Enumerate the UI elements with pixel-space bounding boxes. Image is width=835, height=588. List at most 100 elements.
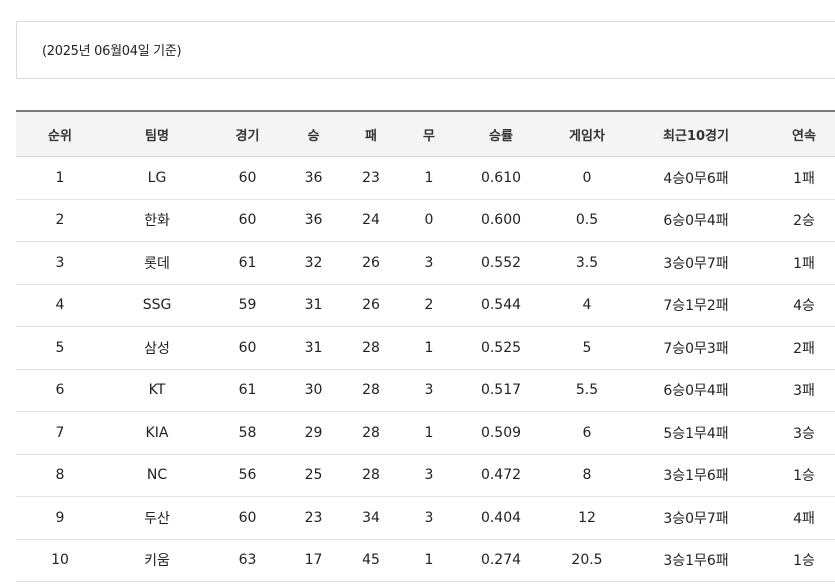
wins-cell: 31 bbox=[285, 326, 342, 370]
table-row: 8 NC 56 25 28 3 0.472 8 3승1무6패 1승 bbox=[16, 454, 835, 497]
table-row: 7 KIA 58 29 28 1 0.509 6 5승1무4패 3승 bbox=[16, 411, 835, 455]
rank-cell: 9 bbox=[16, 496, 104, 540]
draws-cell: 1 bbox=[400, 411, 458, 455]
team-cell: 키움 bbox=[104, 539, 210, 582]
games-behind-cell: 5 bbox=[544, 326, 630, 370]
streak-cell: 2승 bbox=[762, 199, 835, 242]
header-streak: 연속 bbox=[762, 111, 835, 157]
last-10-cell: 3승0무7패 bbox=[630, 496, 762, 540]
losses-cell: 28 bbox=[342, 454, 400, 497]
wins-cell: 23 bbox=[285, 496, 342, 540]
rank-cell: 6 bbox=[16, 369, 104, 412]
losses-cell: 34 bbox=[342, 496, 400, 540]
wins-cell: 25 bbox=[285, 454, 342, 497]
streak-cell: 1패 bbox=[762, 156, 835, 200]
team-cell: 롯데 bbox=[104, 241, 210, 285]
games-cell: 60 bbox=[210, 156, 285, 200]
games-behind-cell: 0.5 bbox=[544, 199, 630, 242]
table-row: 10 키움 63 17 45 1 0.274 20.5 3승1무6패 1승 bbox=[16, 539, 835, 582]
team-cell: LG bbox=[104, 156, 210, 200]
team-cell: SSG bbox=[104, 284, 210, 327]
team-cell: 한화 bbox=[104, 199, 210, 242]
games-cell: 61 bbox=[210, 369, 285, 412]
win-rate-cell: 0.610 bbox=[458, 156, 544, 200]
table-header-row: 순위 팀명 경기 승 패 무 승률 게임차 최근10경기 연속 bbox=[16, 111, 835, 157]
games-behind-cell: 12 bbox=[544, 496, 630, 540]
last-10-cell: 6승0무4패 bbox=[630, 199, 762, 242]
wins-cell: 31 bbox=[285, 284, 342, 327]
header-games: 경기 bbox=[210, 111, 285, 157]
win-rate-cell: 0.517 bbox=[458, 369, 544, 412]
win-rate-cell: 0.525 bbox=[458, 326, 544, 370]
draws-cell: 1 bbox=[400, 156, 458, 200]
games-cell: 60 bbox=[210, 496, 285, 540]
last-10-cell: 4승0무6패 bbox=[630, 156, 762, 200]
games-cell: 58 bbox=[210, 411, 285, 455]
games-behind-cell: 6 bbox=[544, 411, 630, 455]
win-rate-cell: 0.404 bbox=[458, 496, 544, 540]
team-cell: 삼성 bbox=[104, 326, 210, 370]
table-row: 6 KT 61 30 28 3 0.517 5.5 6승0무4패 3패 bbox=[16, 369, 835, 412]
table-row: 5 삼성 60 31 28 1 0.525 5 7승0무3패 2패 bbox=[16, 326, 835, 370]
last-10-cell: 7승0무3패 bbox=[630, 326, 762, 370]
team-cell: KIA bbox=[104, 411, 210, 455]
rank-cell: 7 bbox=[16, 411, 104, 455]
losses-cell: 24 bbox=[342, 199, 400, 242]
win-rate-cell: 0.509 bbox=[458, 411, 544, 455]
last-10-cell: 3승1무6패 bbox=[630, 454, 762, 497]
table-row: 2 한화 60 36 24 0 0.600 0.5 6승0무4패 2승 bbox=[16, 199, 835, 242]
rank-cell: 5 bbox=[16, 326, 104, 370]
win-rate-cell: 0.544 bbox=[458, 284, 544, 327]
draws-cell: 1 bbox=[400, 326, 458, 370]
team-cell: 두산 bbox=[104, 496, 210, 540]
header-last-10: 최근10경기 bbox=[630, 111, 762, 157]
draws-cell: 3 bbox=[400, 496, 458, 540]
streak-cell: 3패 bbox=[762, 369, 835, 412]
win-rate-cell: 0.472 bbox=[458, 454, 544, 497]
losses-cell: 23 bbox=[342, 156, 400, 200]
games-cell: 60 bbox=[210, 199, 285, 242]
wins-cell: 17 bbox=[285, 539, 342, 582]
wins-cell: 29 bbox=[285, 411, 342, 455]
streak-cell: 1승 bbox=[762, 539, 835, 582]
rank-cell: 2 bbox=[16, 199, 104, 242]
draws-cell: 3 bbox=[400, 241, 458, 285]
games-behind-cell: 3.5 bbox=[544, 241, 630, 285]
losses-cell: 26 bbox=[342, 284, 400, 327]
last-10-cell: 3승0무7패 bbox=[630, 241, 762, 285]
header-win-rate: 승률 bbox=[458, 111, 544, 157]
losses-cell: 28 bbox=[342, 411, 400, 455]
games-cell: 56 bbox=[210, 454, 285, 497]
last-10-cell: 3승1무6패 bbox=[630, 539, 762, 582]
streak-cell: 2패 bbox=[762, 326, 835, 370]
draws-cell: 3 bbox=[400, 369, 458, 412]
games-behind-cell: 5.5 bbox=[544, 369, 630, 412]
games-cell: 61 bbox=[210, 241, 285, 285]
team-cell: NC bbox=[104, 454, 210, 497]
wins-cell: 36 bbox=[285, 156, 342, 200]
draws-cell: 3 bbox=[400, 454, 458, 497]
wins-cell: 32 bbox=[285, 241, 342, 285]
draws-cell: 0 bbox=[400, 199, 458, 242]
draws-cell: 2 bbox=[400, 284, 458, 327]
losses-cell: 28 bbox=[342, 369, 400, 412]
rank-cell: 3 bbox=[16, 241, 104, 285]
last-10-cell: 7승1무2패 bbox=[630, 284, 762, 327]
losses-cell: 28 bbox=[342, 326, 400, 370]
streak-cell: 1패 bbox=[762, 241, 835, 285]
table-row: 4 SSG 59 31 26 2 0.544 4 7승1무2패 4승 bbox=[16, 284, 835, 327]
streak-cell: 4패 bbox=[762, 496, 835, 540]
wins-cell: 36 bbox=[285, 199, 342, 242]
games-behind-cell: 4 bbox=[544, 284, 630, 327]
losses-cell: 26 bbox=[342, 241, 400, 285]
wins-cell: 30 bbox=[285, 369, 342, 412]
header-games-behind: 게임차 bbox=[544, 111, 630, 157]
games-behind-cell: 0 bbox=[544, 156, 630, 200]
streak-cell: 3승 bbox=[762, 411, 835, 455]
header-rank: 순위 bbox=[16, 111, 104, 157]
rank-cell: 10 bbox=[16, 539, 104, 582]
last-10-cell: 5승1무4패 bbox=[630, 411, 762, 455]
losses-cell: 45 bbox=[342, 539, 400, 582]
win-rate-cell: 0.552 bbox=[458, 241, 544, 285]
team-cell: KT bbox=[104, 369, 210, 412]
